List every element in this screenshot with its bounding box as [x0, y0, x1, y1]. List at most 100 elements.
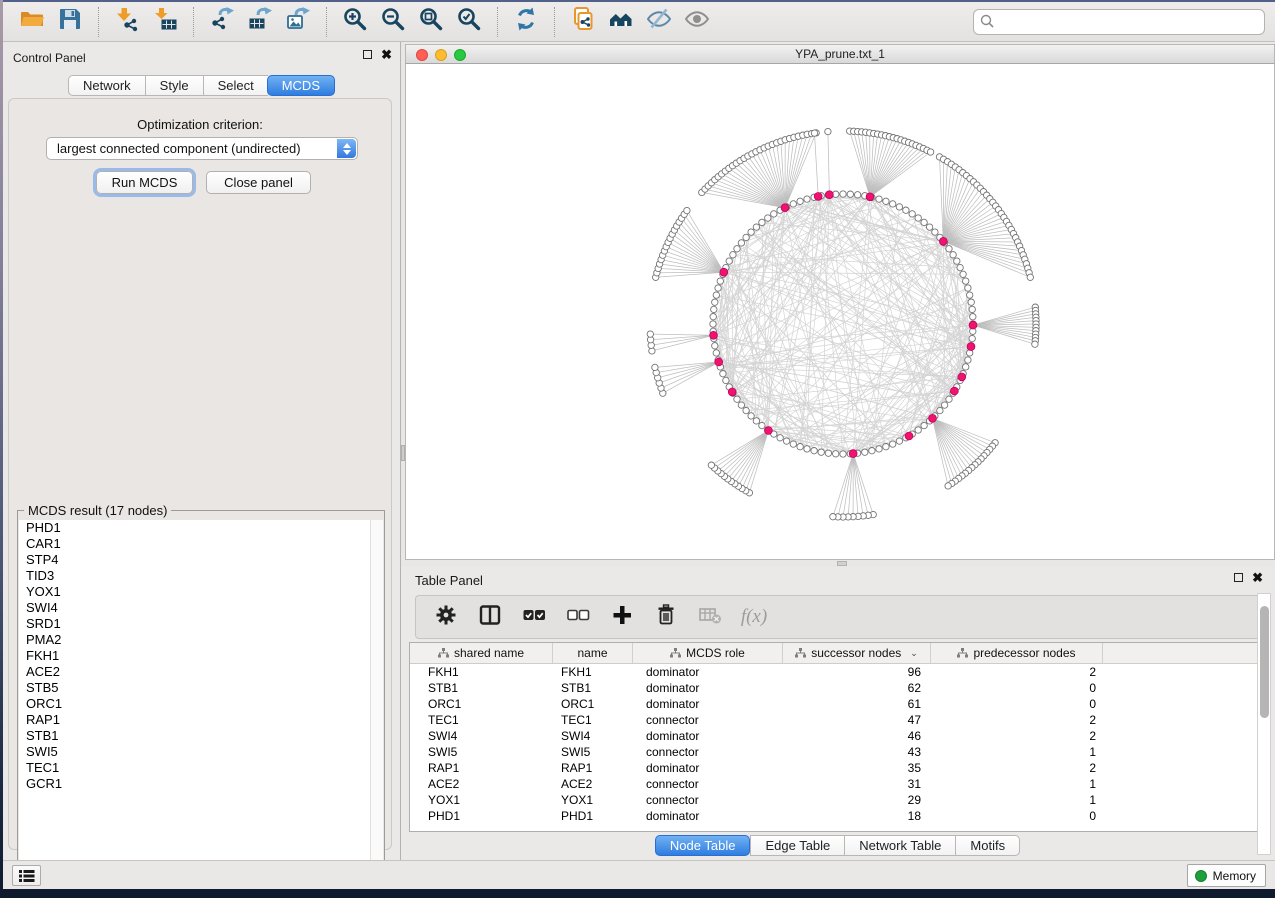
table-row[interactable]: STB1STB1dominator620	[410, 680, 1263, 696]
tab-node-table[interactable]: Node Table	[655, 835, 751, 856]
result-list-item[interactable]: SRD1	[19, 616, 383, 632]
toolbar-separator	[497, 7, 498, 37]
minimize-window-icon[interactable]	[435, 49, 447, 61]
show-columns-button[interactable]	[476, 604, 504, 630]
select-all-button[interactable]	[520, 604, 548, 630]
tab-motifs[interactable]: Motifs	[955, 835, 1020, 856]
result-list-item[interactable]: TEC1	[19, 760, 383, 776]
table-cell: SWI5	[410, 745, 553, 759]
add-column-button[interactable]	[608, 604, 636, 630]
float-panel-icon[interactable]	[363, 50, 372, 59]
result-list-item[interactable]: YOX1	[19, 584, 383, 600]
deselect-all-button[interactable]	[564, 604, 592, 630]
table-cell: connector	[633, 793, 783, 807]
splitter-handle[interactable]	[837, 561, 847, 566]
column-header-shared-name[interactable]: shared name	[410, 643, 553, 663]
import-network-button[interactable]	[111, 6, 143, 38]
hide-panels-button[interactable]	[643, 6, 675, 38]
table-row[interactable]: TEC1TEC1connector472	[410, 712, 1263, 728]
table-cell: connector	[633, 745, 783, 759]
memory-button[interactable]: Memory	[1187, 864, 1266, 887]
tab-network-table[interactable]: Network Table	[844, 835, 955, 856]
column-header-successor-nodes[interactable]: successor nodes⌄	[783, 643, 931, 663]
column-header-name[interactable]: name	[553, 643, 633, 663]
show-panels-button[interactable]	[681, 6, 713, 38]
network-graph[interactable]	[406, 64, 1274, 558]
result-list-item[interactable]: STP4	[19, 552, 383, 568]
tab-style[interactable]: Style	[145, 75, 203, 96]
table-cell: TEC1	[553, 713, 633, 727]
close-panel-icon[interactable]: ✖	[1252, 573, 1263, 582]
tab-edge-table[interactable]: Edge Table	[750, 835, 844, 856]
result-scrollbar[interactable]	[370, 520, 383, 873]
import-table-button[interactable]	[149, 6, 181, 38]
horizontal-splitter[interactable]	[405, 560, 1275, 567]
scrollbar-thumb[interactable]	[1260, 606, 1269, 718]
task-history-button[interactable]	[12, 865, 41, 886]
result-list-item[interactable]: STB1	[19, 728, 383, 744]
tab-network[interactable]: Network	[68, 75, 145, 96]
memory-label: Memory	[1213, 869, 1256, 883]
table-cell: 1	[931, 793, 1103, 807]
tab-select[interactable]: Select	[203, 75, 268, 96]
zoom-fit-button[interactable]	[415, 6, 447, 38]
optimization-criterion-value: largest connected component (undirected)	[57, 141, 301, 156]
mcds-result-list: PHD1CAR1STP4TID3YOX1SWI4SRD1PMA2FKH1ACE2…	[19, 520, 383, 873]
zoom-in-button[interactable]	[339, 6, 371, 38]
search-input[interactable]	[973, 9, 1265, 35]
table-row[interactable]: YOX1YOX1connector291	[410, 792, 1263, 808]
table-cell: RAP1	[410, 761, 553, 775]
maximize-window-icon[interactable]	[454, 49, 466, 61]
result-list-item[interactable]: ORC1	[19, 696, 383, 712]
close-window-icon[interactable]	[416, 49, 428, 61]
column-header-MCDS-role[interactable]: MCDS role	[633, 643, 783, 663]
result-list-item[interactable]: SWI5	[19, 744, 383, 760]
export-table-button[interactable]	[244, 6, 276, 38]
network-canvas[interactable]	[405, 64, 1275, 560]
open-file-button[interactable]	[16, 6, 48, 38]
table-cell: 1	[931, 777, 1103, 791]
network-window-titlebar[interactable]: YPA_prune.txt_1	[405, 44, 1275, 64]
table-row[interactable]: ORC1ORC1dominator610	[410, 696, 1263, 712]
table-row[interactable]: SWI4SWI4dominator462	[410, 728, 1263, 744]
result-list-item[interactable]: PMA2	[19, 632, 383, 648]
refresh-button[interactable]	[510, 6, 542, 38]
table-cell: SWI5	[553, 745, 633, 759]
optimization-criterion-select[interactable]: largest connected component (undirected)	[46, 137, 358, 160]
result-list-item[interactable]: CAR1	[19, 536, 383, 552]
result-list-item[interactable]: PHD1	[19, 520, 383, 536]
result-list-item[interactable]: SWI4	[19, 600, 383, 616]
settings-button[interactable]	[432, 604, 460, 630]
column-label: name	[577, 646, 607, 660]
result-list-item[interactable]: RAP1	[19, 712, 383, 728]
result-list-item[interactable]: FKH1	[19, 648, 383, 664]
table-cell: SWI4	[553, 729, 633, 743]
clone-network-button[interactable]	[567, 6, 599, 38]
zoom-out-button[interactable]	[377, 6, 409, 38]
web-browser-button[interactable]	[605, 6, 637, 38]
table-row[interactable]: PHD1PHD1dominator180	[410, 808, 1263, 824]
result-list-item[interactable]: GCR1	[19, 776, 383, 792]
float-panel-icon[interactable]	[1234, 573, 1243, 582]
export-image-button[interactable]	[282, 6, 314, 38]
tab-mcds[interactable]: MCDS	[267, 75, 335, 96]
result-list-item[interactable]: ACE2	[19, 664, 383, 680]
table-cell: STB1	[553, 681, 633, 695]
table-cell: 2	[931, 761, 1103, 775]
result-list-item[interactable]: TID3	[19, 568, 383, 584]
result-list-item[interactable]: STB5	[19, 680, 383, 696]
table-row[interactable]: SWI5SWI5connector431	[410, 744, 1263, 760]
table-row[interactable]: FKH1FKH1dominator962	[410, 664, 1263, 680]
column-header-predecessor-nodes[interactable]: predecessor nodes	[931, 643, 1103, 663]
hide-panels-icon	[646, 6, 672, 37]
save-session-button[interactable]	[54, 6, 86, 38]
table-scrollbar[interactable]	[1257, 593, 1271, 855]
delete-columns-button[interactable]	[652, 604, 680, 630]
export-network-button[interactable]	[206, 6, 238, 38]
table-row[interactable]: ACE2ACE2connector311	[410, 776, 1263, 792]
zoom-selected-button[interactable]	[453, 6, 485, 38]
table-row[interactable]: RAP1RAP1dominator352	[410, 760, 1263, 776]
run-mcds-button[interactable]: Run MCDS	[96, 171, 193, 194]
close-panel-icon[interactable]: ✖	[381, 50, 392, 59]
close-panel-button[interactable]: Close panel	[206, 171, 311, 194]
